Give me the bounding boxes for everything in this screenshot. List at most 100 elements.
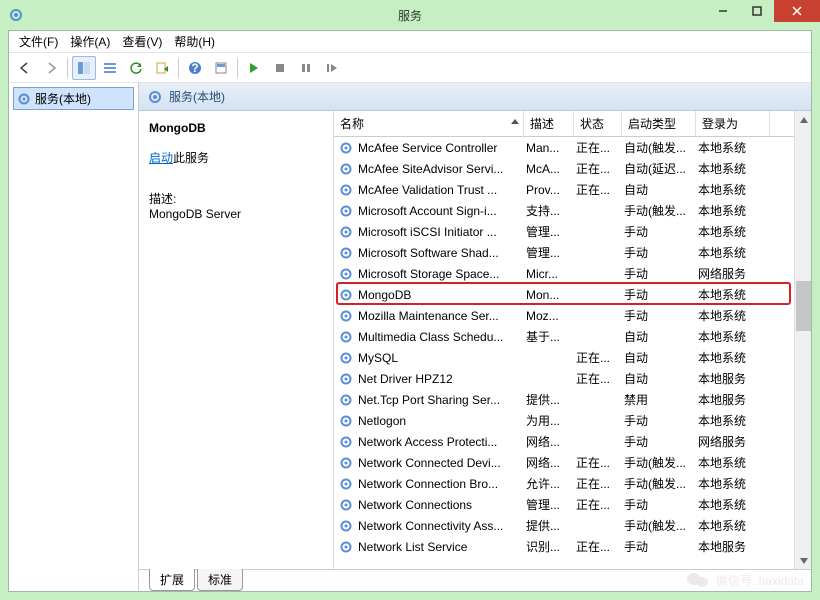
- service-row[interactable]: Microsoft Software Shad...管理...手动本地系统: [334, 242, 811, 263]
- menu-help[interactable]: 帮助(H): [170, 31, 219, 52]
- cell-type: 自动(触发...: [624, 139, 698, 156]
- service-icon: [338, 413, 354, 429]
- nav-forward-button[interactable]: [39, 56, 63, 80]
- service-list: 名称 描述 状态 启动类型 登录为 McAfee Service Control…: [334, 111, 811, 569]
- tab-extended[interactable]: 扩展: [149, 569, 195, 591]
- close-button[interactable]: [774, 0, 820, 22]
- col-desc[interactable]: 描述: [524, 111, 574, 136]
- service-icon: [338, 224, 354, 240]
- service-row[interactable]: Network Access Protecti...网络...手动网络服务: [334, 431, 811, 452]
- service-row[interactable]: Net.Tcp Port Sharing Ser...提供...禁用本地服务: [334, 389, 811, 410]
- cell-desc: Moz...: [526, 309, 576, 323]
- service-row[interactable]: Network List Service识别...正在...手动本地服务: [334, 536, 811, 557]
- menu-action[interactable]: 操作(A): [66, 31, 114, 52]
- menubar: 文件(F) 操作(A) 查看(V) 帮助(H): [9, 31, 811, 53]
- service-icon: [338, 497, 354, 513]
- stop-service-button[interactable]: [268, 56, 292, 80]
- service-icon: [338, 539, 354, 555]
- service-row[interactable]: McAfee SiteAdvisor Servi...McA...正在...自动…: [334, 158, 811, 179]
- service-row[interactable]: Network Connections管理...正在...手动本地系统: [334, 494, 811, 515]
- cell-type: 手动: [624, 265, 698, 282]
- service-row[interactable]: MySQL正在...自动本地系统: [334, 347, 811, 368]
- sort-asc-icon: [511, 119, 519, 124]
- col-logon[interactable]: 登录为: [696, 111, 770, 136]
- minimize-button[interactable]: [706, 0, 740, 22]
- cell-logon: 本地服务: [698, 538, 772, 555]
- cell-name: Network Connection Bro...: [358, 477, 526, 491]
- cell-logon: 本地系统: [698, 223, 772, 240]
- cell-name: Mozilla Maintenance Ser...: [358, 309, 526, 323]
- window-controls: [706, 0, 820, 22]
- cell-logon: 本地系统: [698, 181, 772, 198]
- service-icon: [338, 161, 354, 177]
- tree-root-services[interactable]: 服务(本地): [13, 87, 134, 110]
- cell-type: 自动: [624, 181, 698, 198]
- service-row[interactable]: Network Connectivity Ass...提供...手动(触发...…: [334, 515, 811, 536]
- cell-logon: 本地系统: [698, 412, 772, 429]
- cell-desc: 管理...: [526, 223, 576, 240]
- service-row[interactable]: Mozilla Maintenance Ser...Moz...手动本地系统: [334, 305, 811, 326]
- services-icon: [17, 92, 31, 106]
- cell-desc: Prov...: [526, 183, 576, 197]
- services-app-icon: [8, 7, 24, 23]
- cell-type: 手动: [624, 223, 698, 240]
- cell-desc: Man...: [526, 141, 576, 155]
- cell-logon: 本地系统: [698, 328, 772, 345]
- cell-logon: 网络服务: [698, 433, 772, 450]
- start-service-link[interactable]: 启动: [149, 151, 173, 165]
- service-row[interactable]: McAfee Service ControllerMan...正在...自动(触…: [334, 137, 811, 158]
- service-row[interactable]: Network Connected Devi...网络...正在...手动(触发…: [334, 452, 811, 473]
- start-service-button[interactable]: [242, 56, 266, 80]
- cell-type: 手动(触发...: [624, 454, 698, 471]
- service-row[interactable]: Net Driver HPZ12正在...自动本地服务: [334, 368, 811, 389]
- help-button[interactable]: ?: [183, 56, 207, 80]
- export-button[interactable]: [150, 56, 174, 80]
- desc-label: 描述:: [149, 190, 327, 207]
- service-row[interactable]: Netlogon为用...手动本地系统: [334, 410, 811, 431]
- nav-back-button[interactable]: [13, 56, 37, 80]
- cell-logon: 本地系统: [698, 454, 772, 471]
- col-name[interactable]: 名称: [334, 111, 524, 136]
- scroll-down-icon[interactable]: [795, 552, 811, 569]
- cell-desc: 基于...: [526, 328, 576, 345]
- view-detail-button[interactable]: [72, 56, 96, 80]
- col-status[interactable]: 状态: [574, 111, 622, 136]
- service-icon: [338, 182, 354, 198]
- properties-button[interactable]: [209, 56, 233, 80]
- cell-type: 手动: [624, 538, 698, 555]
- service-row[interactable]: MongoDBMon...手动本地系统: [334, 284, 811, 305]
- pause-service-button[interactable]: [294, 56, 318, 80]
- svg-text:?: ?: [191, 61, 198, 75]
- service-icon: [338, 350, 354, 366]
- view-list-button[interactable]: [98, 56, 122, 80]
- service-row[interactable]: Microsoft Account Sign-i...支持...手动(触发...…: [334, 200, 811, 221]
- service-icon: [338, 371, 354, 387]
- scroll-up-icon[interactable]: [795, 111, 811, 128]
- menu-view[interactable]: 查看(V): [118, 31, 166, 52]
- cell-type: 禁用: [624, 391, 698, 408]
- cell-status: 正在...: [576, 496, 624, 513]
- service-row[interactable]: Microsoft iSCSI Initiator ...管理...手动本地系统: [334, 221, 811, 242]
- service-row[interactable]: Multimedia Class Schedu...基于...自动本地系统: [334, 326, 811, 347]
- maximize-button[interactable]: [740, 0, 774, 22]
- refresh-button[interactable]: [124, 56, 148, 80]
- service-row[interactable]: McAfee Validation Trust ...Prov...正在...自…: [334, 179, 811, 200]
- scroll-thumb[interactable]: [796, 281, 811, 331]
- menu-file[interactable]: 文件(F): [15, 31, 62, 52]
- cell-name: Net.Tcp Port Sharing Ser...: [358, 393, 526, 407]
- service-icon: [338, 434, 354, 450]
- tree-pane: 服务(本地): [9, 83, 139, 591]
- service-row[interactable]: Microsoft Storage Space...Micr...手动网络服务: [334, 263, 811, 284]
- cell-name: Microsoft Software Shad...: [358, 246, 526, 260]
- service-row[interactable]: Network Connection Bro...允许...正在...手动(触发…: [334, 473, 811, 494]
- cell-desc: 提供...: [526, 517, 576, 534]
- service-icon: [338, 308, 354, 324]
- cell-logon: 本地系统: [698, 475, 772, 492]
- tab-standard[interactable]: 标准: [197, 569, 243, 591]
- cell-name: MySQL: [358, 351, 526, 365]
- restart-service-button[interactable]: [320, 56, 344, 80]
- cell-type: 手动(触发...: [624, 475, 698, 492]
- vertical-scrollbar[interactable]: [794, 111, 811, 569]
- cell-desc: 为用...: [526, 412, 576, 429]
- col-type[interactable]: 启动类型: [622, 111, 696, 136]
